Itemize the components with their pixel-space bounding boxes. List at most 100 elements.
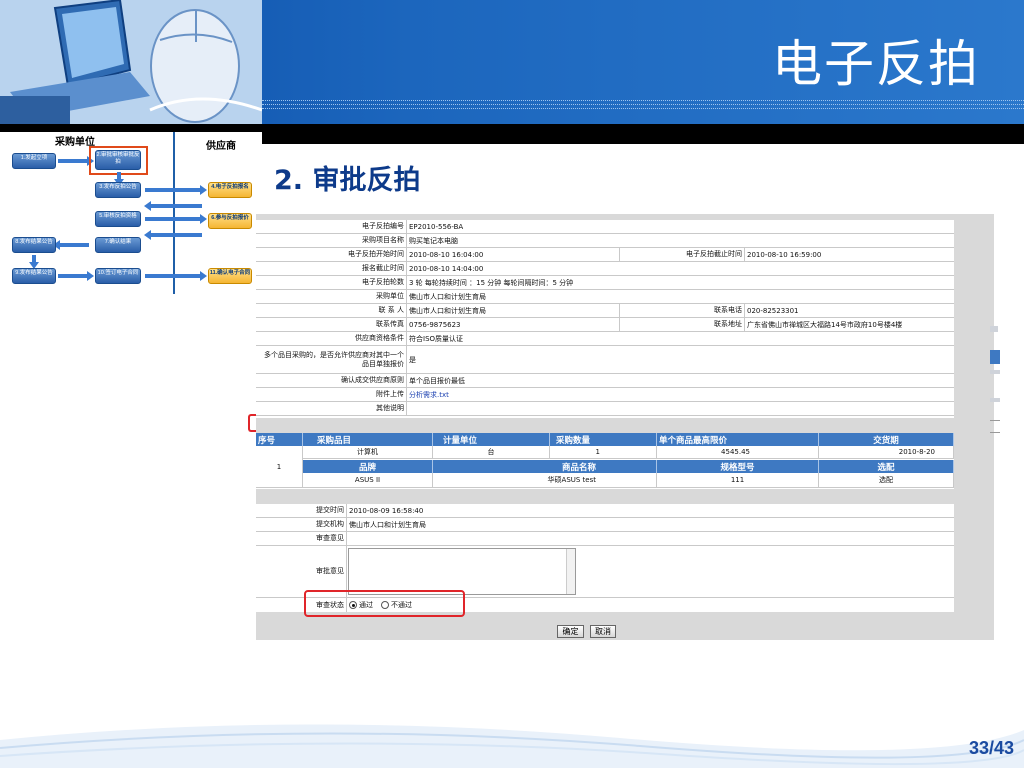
lane-label-supplier: 供应商 [206, 141, 236, 152]
form-value: 是 [409, 355, 416, 364]
form-label: 电子反拍轮数 [256, 276, 407, 289]
form-label: 多个品目采购的，是否允许供应商对其中一个品目单独报价 [256, 346, 407, 373]
form-value: 3 轮 每轮持续时间 ：15 分钟 每轮间隔时间：5 分钟 [409, 278, 574, 287]
flow-arrow [58, 271, 94, 281]
form-label: 电子反拍编号 [256, 220, 407, 233]
flow-arrow [29, 255, 39, 269]
background-window-edge [990, 432, 1000, 433]
submit-org: 佛山市人口和计划生育局 [349, 520, 426, 529]
slide: 电子反拍 采购单位 供应商 1.发起立项 2.审批审核审批反拍 3.发布反拍公告… [0, 0, 1024, 768]
form-label: 联 系 人 [256, 304, 407, 317]
form-label: 其他说明 [256, 402, 407, 415]
confirm-button[interactable]: 确定 [557, 625, 584, 638]
attachment-link[interactable]: 分析需求.txt [407, 388, 449, 401]
form-value: 广东省佛山市禅城区大福路14号市政府10号楼4楼 [747, 320, 903, 329]
form-row: 电子反拍编号 EP2010-556-BA [256, 220, 954, 234]
form-label: 电子反拍开始时间 [256, 248, 407, 261]
flow-arrow [145, 185, 207, 195]
form-row: 电子反拍轮数 3 轮 每轮持续时间 ：15 分钟 每轮间隔时间：5 分钟 [256, 276, 954, 290]
table-header: 计量单位 [433, 433, 550, 446]
table-header: 采购数量 [550, 433, 657, 446]
form-value: 佛山市人口和计划生育局 [409, 292, 486, 301]
background-red-highlight [248, 414, 256, 432]
review-opinion [347, 532, 349, 545]
form-label: 报名截止时间 [256, 262, 407, 275]
header-dotted-line [262, 104, 1024, 105]
table-cell: ASUS II [303, 473, 433, 488]
form-label: 提交时间 [256, 504, 347, 517]
sub-table-header: 规格型号 [657, 460, 819, 473]
form-label: 电子反拍截止时间 [619, 248, 745, 261]
slide-title: 电子反拍 [772, 35, 980, 93]
sub-table-header: 品牌 [303, 460, 433, 473]
laptop-mouse-illustration [0, 0, 262, 124]
table-header: 单个商品最高限价 [657, 433, 819, 446]
sub-table-header: 商品名称 [433, 460, 657, 473]
items-table: 序号 采购品目 计量单位 采购数量 单个商品最高限价 交货期 1 计算机 台 1… [256, 433, 954, 489]
form-label: 联系电话 [619, 304, 745, 317]
form-row: 附件上传 分析需求.txt [256, 388, 954, 402]
slide-header: 电子反拍 [0, 0, 1024, 124]
flow-step-10: 10.签订电子合同 [95, 268, 141, 284]
auction-info-form: 电子反拍编号 EP2010-556-BA 采购项目名称 购买笔记本电脑 电子反拍… [256, 220, 954, 418]
form-row: 采购项目名称 购买笔记本电脑 [256, 234, 954, 248]
form-row: 提交时间 2010-08-09 16:58:40 [256, 504, 954, 518]
background-window-edge [990, 350, 1000, 364]
table-cell-index: 1 [256, 446, 303, 488]
form-row: 采购单位 佛山市人口和计划生育局 [256, 290, 954, 304]
background-window-edge [990, 420, 1000, 421]
form-label: 提交机构 [256, 518, 347, 531]
approval-opinion-textarea[interactable] [348, 548, 576, 595]
flow-arrow [144, 201, 202, 211]
flow-step-5: 5.审核反拍资格 [95, 211, 141, 227]
table-cell: 计算机 [303, 446, 433, 459]
flow-arrow [58, 156, 94, 166]
form-value: 单个品目报价最低 [409, 376, 465, 385]
form-row: 确认成交供应商原则 单个品目报价最低 [256, 374, 954, 388]
sub-table-header: 选配 [819, 460, 954, 473]
flow-arrow [114, 172, 124, 186]
form-label: 采购项目名称 [256, 234, 407, 247]
lane-divider [173, 132, 175, 294]
form-label: 审查意见 [256, 532, 347, 545]
table-header: 序号 [256, 433, 303, 446]
option-link[interactable]: 选配 [819, 473, 954, 488]
form-value: EP2010-556-BA [409, 222, 464, 231]
header-photo [0, 0, 262, 124]
table-cell: 华硕ASUS test [433, 473, 657, 488]
flow-step-7: 7.确认结果 [95, 237, 141, 253]
form-row: 其他说明 [256, 402, 954, 416]
table-header: 交货期 [819, 433, 954, 446]
section-subtitle: 2. 审批反拍 [274, 165, 421, 196]
table-cell: 1 [550, 446, 657, 459]
flow-arrow [145, 271, 207, 281]
form-label: 附件上传 [256, 388, 407, 401]
table-cell: 111 [657, 473, 819, 488]
form-value: 佛山市人口和计划生育局 [409, 306, 486, 315]
flow-step-11: 11.确认电子合同 [208, 268, 252, 284]
form-row: 联系传真 0756-9875623 联系地址 广东省佛山市禅城区大福路14号市政… [256, 318, 954, 332]
process-flowchart: 采购单位 供应商 1.发起立项 2.审批审核审批反拍 3.发布反拍公告 4.电子… [0, 132, 262, 294]
form-label: 联系地址 [619, 318, 745, 331]
page-number: 33/43 [968, 738, 1014, 758]
header-dotted-line [262, 100, 1024, 101]
form-value: 购买笔记本电脑 [409, 236, 458, 245]
form-value: 020-82523301 [747, 306, 799, 315]
form-row: 联 系 人 佛山市人口和计划生育局 联系电话 020-82523301 [256, 304, 954, 318]
form-value: 2010-08-10 16:59:00 [747, 250, 822, 259]
textarea-scrollbar[interactable] [566, 549, 575, 594]
form-label: 确认成交供应商原则 [256, 374, 407, 387]
submit-time: 2010-08-09 16:58:40 [349, 506, 424, 515]
form-row: 多个品目采购的，是否允许供应商对其中一个品目单独报价 是 [256, 346, 954, 374]
form-row: 报名截止时间 2010-08-10 14:04:00 [256, 262, 954, 276]
flow-step-4: 4.电子反拍报名 [208, 182, 252, 198]
form-row: 提交机构 佛山市人口和计划生育局 [256, 518, 954, 532]
form-value: 2010-08-10 16:04:00 [409, 250, 484, 259]
flow-step-9: 9.发布结果公告 [12, 268, 56, 284]
header-dotted-line [262, 108, 1024, 109]
form-label: 联系传真 [256, 318, 407, 331]
cancel-button[interactable]: 取消 [590, 625, 616, 638]
flow-arrow [144, 230, 202, 240]
status-highlight-box [304, 590, 465, 617]
form-value [407, 402, 409, 415]
